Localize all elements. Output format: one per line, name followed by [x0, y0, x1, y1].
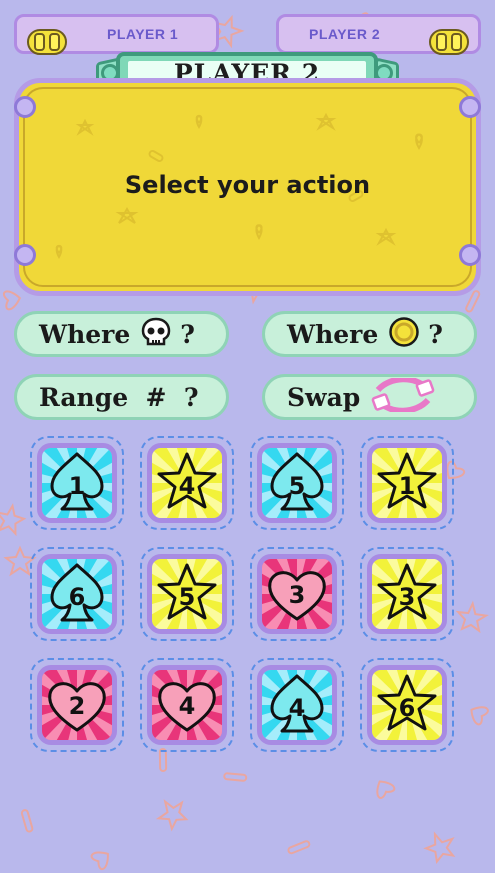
card-slot[interactable]: 2	[30, 658, 124, 752]
board-rivet-icon	[459, 244, 481, 266]
where-skull-question: ?	[180, 319, 195, 349]
card-number: 1	[399, 472, 416, 500]
background-bar-icon	[465, 290, 481, 313]
card-slot[interactable]: 4	[140, 658, 234, 752]
background-bar-icon	[20, 809, 34, 833]
spade-card-6[interactable]: 6	[37, 554, 117, 634]
card-slot[interactable]: 1	[30, 436, 124, 530]
skull-icon	[140, 316, 172, 352]
coin-counter-icon	[27, 29, 67, 55]
card-number: 2	[69, 692, 86, 720]
card-number: 5	[289, 472, 306, 500]
heart-card-2[interactable]: 2	[37, 665, 117, 745]
message-board: Select your action	[14, 78, 481, 296]
spade-card-1[interactable]: 1	[37, 443, 117, 523]
card-number: 4	[179, 472, 196, 500]
where-skull-button[interactable]: Where ?	[14, 311, 229, 357]
card-slot[interactable]: 5	[250, 436, 344, 530]
where-coin-button[interactable]: Where ?	[262, 311, 477, 357]
heart-card-4[interactable]: 4	[147, 665, 227, 745]
coin-counter-icon	[429, 29, 469, 55]
background-star-icon	[423, 831, 456, 864]
card-number: 4	[179, 692, 196, 720]
star-card-1[interactable]: 1	[367, 443, 447, 523]
range-number-label: Range # ?	[39, 382, 199, 412]
background-bar-icon	[158, 748, 168, 772]
background-heart-icon	[470, 706, 489, 726]
background-star-icon	[0, 503, 27, 537]
card-slot[interactable]: 3	[250, 547, 344, 641]
card-number: 3	[399, 583, 416, 611]
where-coin-question: ?	[428, 319, 443, 349]
background-heart-icon	[3, 290, 22, 311]
board-message: Select your action	[124, 171, 371, 199]
coin-icon	[388, 316, 420, 352]
card-slot[interactable]: 4	[140, 436, 234, 530]
star-card-5[interactable]: 5	[147, 554, 227, 634]
star-card-4[interactable]: 4	[147, 443, 227, 523]
background-bar-icon	[223, 772, 248, 782]
card-slot[interactable]: 6	[30, 547, 124, 641]
card-slot[interactable]: 4	[250, 658, 344, 752]
background-heart-icon	[376, 780, 396, 799]
card-slot[interactable]: 6	[360, 658, 454, 752]
player-1-tab: PLAYER 1	[14, 14, 219, 55]
board-rivet-icon	[14, 244, 36, 266]
card-slot[interactable]: 5	[140, 547, 234, 641]
player-2-tab: PLAYER 2	[276, 14, 481, 55]
spade-card-5[interactable]: 5	[257, 443, 337, 523]
player-2-label: PLAYER 2	[309, 26, 381, 42]
where-skull-label: Where	[39, 319, 131, 349]
card-number: 6	[399, 694, 416, 722]
background-heart-icon	[90, 851, 109, 871]
swap-label: Swap	[287, 382, 361, 412]
background-star-icon	[455, 600, 489, 634]
background-bar-icon	[287, 840, 311, 855]
star-card-3[interactable]: 3	[367, 554, 447, 634]
card-number: 4	[289, 694, 306, 722]
card-number: 3	[289, 581, 306, 609]
card-slot[interactable]: 3	[360, 547, 454, 641]
where-coin-label: Where	[287, 319, 379, 349]
background-star-icon	[155, 799, 189, 832]
range-number-button[interactable]: Range # ?	[14, 374, 229, 420]
card-slot[interactable]: 1	[360, 436, 454, 530]
board-rivet-icon	[14, 96, 36, 118]
spade-card-4[interactable]: 4	[257, 665, 337, 745]
swap-arrows-icon	[370, 376, 436, 416]
swap-button[interactable]: Swap	[262, 374, 477, 420]
star-card-6[interactable]: 6	[367, 665, 447, 745]
player-1-label: PLAYER 1	[107, 26, 179, 42]
board-rivet-icon	[459, 96, 481, 118]
card-number: 5	[179, 583, 196, 611]
heart-card-3[interactable]: 3	[257, 554, 337, 634]
card-number: 1	[69, 472, 86, 500]
card-number: 6	[69, 583, 86, 611]
